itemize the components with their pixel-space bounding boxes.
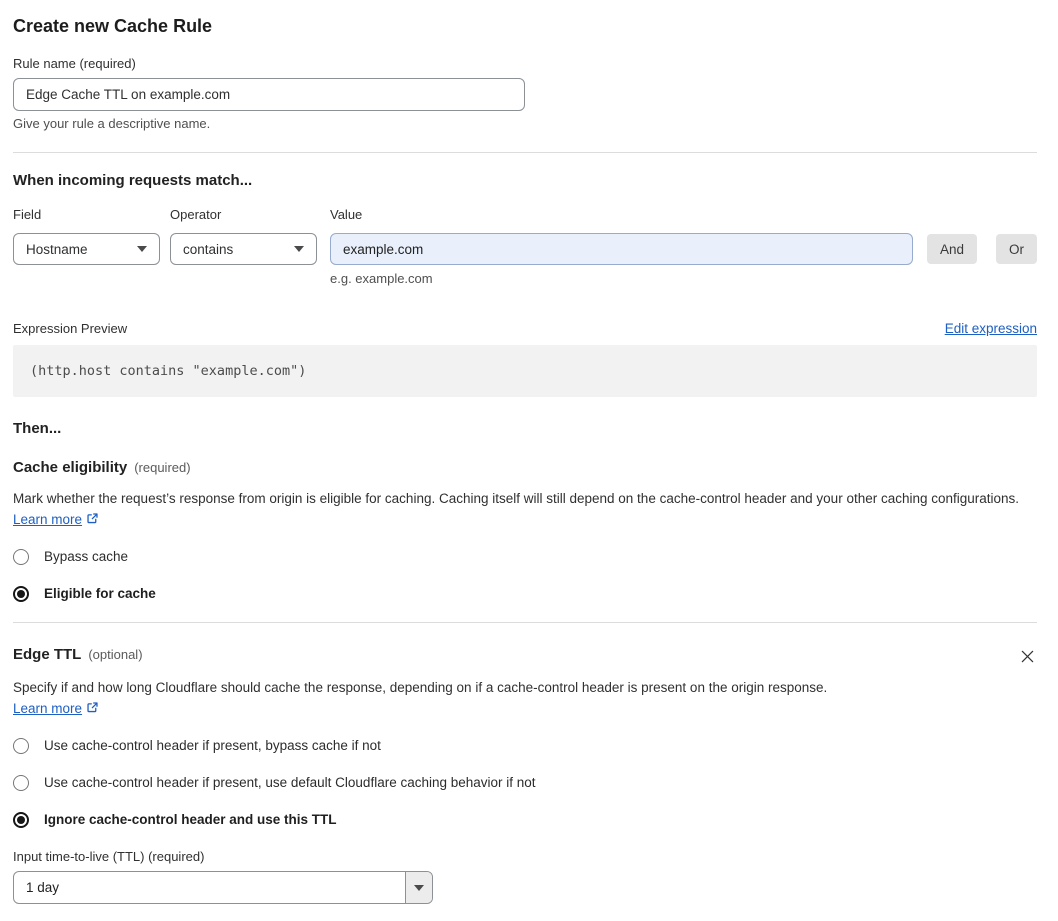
edge-ttl-title: Edge TTL xyxy=(13,646,82,663)
operator-label: Operator xyxy=(170,207,222,222)
radio-option-eligible-for-cache[interactable]: Eligible for cache xyxy=(13,585,1037,602)
match-controls-row: Hostname contains example.com And Or xyxy=(13,233,1037,265)
external-link-icon xyxy=(86,699,99,720)
close-icon xyxy=(1020,650,1035,667)
create-cache-rule-page: Create new Cache Rule Rule name (require… xyxy=(0,15,1058,904)
operator-select[interactable]: contains xyxy=(170,233,317,265)
caret-down-icon xyxy=(294,246,304,252)
expression-text: (http.host contains "example.com") xyxy=(30,363,307,379)
learn-more-link[interactable]: Learn more xyxy=(13,701,82,716)
ttl-select-value: 1 day xyxy=(26,880,60,895)
expression-preview-label: Expression Preview xyxy=(13,321,128,336)
edge-ttl-description: Specify if and how long Cloudflare shoul… xyxy=(13,677,853,720)
learn-more-link[interactable]: Learn more xyxy=(13,512,82,527)
operator-select-value: contains xyxy=(183,241,234,257)
or-button[interactable]: Or xyxy=(996,234,1037,264)
expression-preview-box: (http.host contains "example.com") xyxy=(13,345,1037,397)
ttl-select-arrow-button[interactable] xyxy=(405,872,432,903)
value-label: Value xyxy=(330,207,363,222)
expression-row: Expression Preview Edit expression xyxy=(13,321,1037,337)
match-section-heading: When incoming requests match... xyxy=(13,172,253,189)
rule-name-value: Edge Cache TTL on example.com xyxy=(26,87,231,102)
radio-option-bypass-cache[interactable]: Bypass cache xyxy=(13,548,1037,565)
radio-button-selected[interactable] xyxy=(13,811,29,828)
field-select-value: Hostname xyxy=(26,241,88,257)
ttl-input-label: Input time-to-live (TTL) (required) xyxy=(13,849,205,864)
cache-eligibility-header: Cache eligibility (required) xyxy=(13,458,1037,477)
radio-button[interactable] xyxy=(13,774,29,791)
page-title: Create new Cache Rule xyxy=(13,16,213,36)
radio-option-ignore-header-ttl[interactable]: Ignore cache-control header and use this… xyxy=(13,811,1037,828)
caret-down-icon xyxy=(137,246,147,252)
cache-eligibility-title: Cache eligibility xyxy=(13,459,128,476)
section-divider xyxy=(13,622,1037,623)
rule-name-label: Rule name (required) xyxy=(13,56,136,71)
rule-name-help: Give your rule a descriptive name. xyxy=(13,116,211,131)
ttl-select[interactable]: 1 day xyxy=(13,871,433,904)
value-input-value: example.com xyxy=(343,241,424,257)
field-label: Field xyxy=(13,207,42,222)
radio-button[interactable] xyxy=(13,548,29,565)
radio-button[interactable] xyxy=(13,737,29,754)
external-link-icon xyxy=(86,510,99,531)
radio-option-use-header-default[interactable]: Use cache-control header if present, use… xyxy=(13,774,1037,791)
radio-option-use-header-bypass[interactable]: Use cache-control header if present, byp… xyxy=(13,737,1037,754)
and-button[interactable]: And xyxy=(926,234,977,264)
cache-eligibility-description: Mark whether the request’s response from… xyxy=(13,488,1037,531)
value-input[interactable]: example.com xyxy=(330,233,913,265)
caret-down-icon xyxy=(414,884,424,891)
match-labels-row: Field Operator Value xyxy=(13,207,1037,223)
field-select[interactable]: Hostname xyxy=(13,233,160,265)
then-heading: Then... xyxy=(13,420,62,437)
close-edge-ttl-button[interactable] xyxy=(1018,647,1037,669)
edge-ttl-qualifier: (optional) xyxy=(88,647,143,662)
section-divider xyxy=(13,152,1037,153)
edit-expression-link[interactable]: Edit expression xyxy=(945,321,1037,336)
cache-eligibility-qualifier: (required) xyxy=(134,460,191,475)
edge-ttl-header: Edge TTL (optional) xyxy=(13,645,1037,669)
value-help: e.g. example.com xyxy=(330,271,433,286)
rule-name-input[interactable]: Edge Cache TTL on example.com xyxy=(13,78,525,111)
radio-button-selected[interactable] xyxy=(13,585,29,602)
